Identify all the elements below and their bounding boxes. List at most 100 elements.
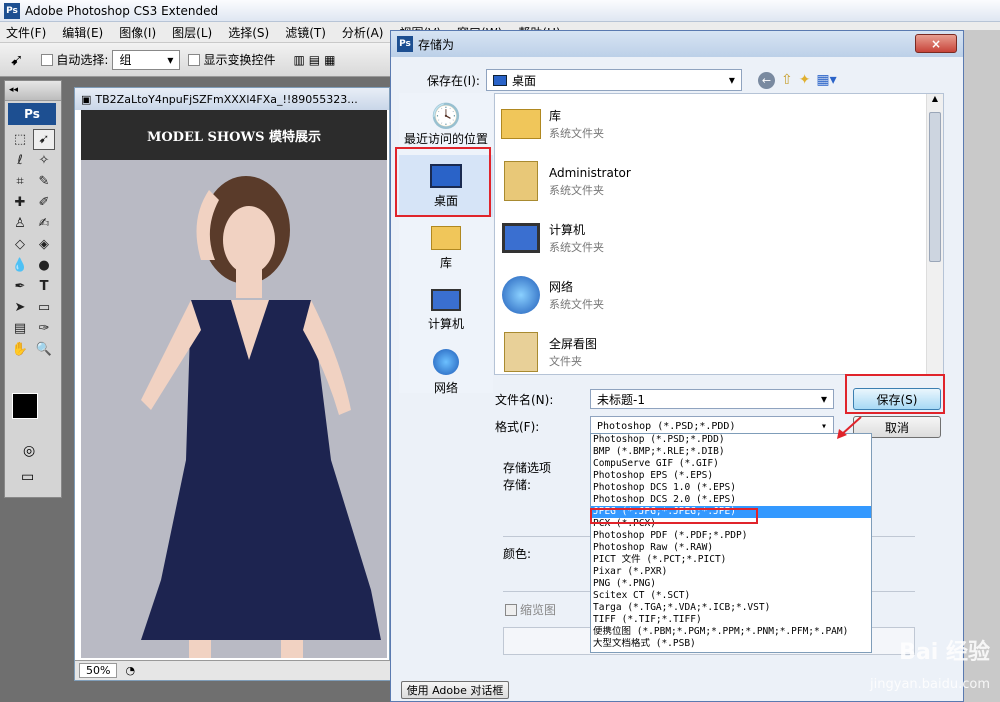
file-list[interactable]: 库系统文件夹 Administrator 系统文件夹 计算机 系统文件夹 网络 系统文… (494, 93, 944, 375)
format-option[interactable]: PNG (*.PNG) (591, 578, 871, 590)
thumbnail-option[interactable]: 缩览图 (505, 601, 556, 618)
auto-select-checkbox[interactable] (41, 53, 54, 66)
format-option[interactable]: PICT 文件 (*.PCT;*.PICT) (591, 554, 871, 566)
view-menu-icon[interactable]: ▦▾ (816, 72, 836, 88)
document-canvas[interactable]: MODEL SHOWS 模特展示 (81, 110, 387, 658)
menu-file[interactable]: 文件(F) (6, 24, 46, 41)
format-option[interactable]: 便携位图 (*.PBM;*.PGM;*.PPM;*.PNM;*.PFM;*.PA… (591, 626, 871, 638)
photoshop-logo-icon: Ps (397, 36, 413, 52)
save-in-combo[interactable]: 桌面 ▾ (485, 69, 742, 91)
list-item[interactable]: Administrator 系统文件夹 (499, 153, 631, 209)
format-option[interactable]: BMP (*.BMP;*.RLE;*.DIB) (591, 446, 871, 458)
format-option[interactable]: Pixar (*.PXR) (591, 566, 871, 578)
format-option[interactable]: Photoshop EPS (*.EPS) (591, 470, 871, 482)
menu-select[interactable]: 选择(S) (228, 24, 269, 41)
save-in-value: 桌面 (511, 73, 536, 88)
crop-tool-icon[interactable]: ⌗ (9, 171, 31, 192)
dialog-title-bar[interactable]: Ps 存储为 × (391, 31, 963, 57)
format-option[interactable]: 大型文档格式 (*.PSB) (591, 638, 871, 650)
shape-tool-icon[interactable]: ▭ (33, 297, 55, 318)
eraser-tool-icon[interactable]: ◇ (9, 234, 31, 255)
format-option[interactable]: Photoshop Raw (*.RAW) (591, 542, 871, 554)
bucket-tool-icon[interactable]: ◈ (33, 234, 55, 255)
menu-analysis[interactable]: 分析(A) (342, 24, 384, 41)
quick-mask-icon[interactable]: ◎ (23, 443, 35, 459)
use-adobe-dialog-button[interactable]: 使用 Adobe 对话框 (401, 681, 509, 699)
new-folder-icon[interactable]: ✦ (799, 72, 811, 88)
menu-filter[interactable]: 滤镜(T) (285, 24, 326, 41)
marquee-tool-icon[interactable]: ⬚ (9, 129, 31, 150)
filename-row: 文件名(N): 未标题-1 ▾ (495, 389, 834, 409)
library-icon (431, 225, 461, 250)
thumbnail-label: 缩览图 (520, 603, 557, 617)
dialog-title: 存储为 (418, 37, 455, 52)
stamp-tool-icon[interactable]: ♙ (9, 213, 31, 234)
place-computer[interactable]: 计算机 (399, 279, 493, 341)
toolbox-grip[interactable]: ◂◂ (5, 81, 61, 101)
file-name: 网络 (549, 279, 574, 294)
list-item[interactable]: 库系统文件夹 (499, 96, 604, 152)
format-option[interactable]: Photoshop DCS 1.0 (*.EPS) (591, 482, 871, 494)
show-transform-checkbox[interactable] (188, 53, 201, 66)
toolbox: ◂◂ Ps ⬚ ➹ ℓ ✧ ⌗ ✎ ✚ ✐ ♙ ✍ ◇ ◈ 💧 ● ✒ T ➤ ▭ ▤ ✑ ✋ 🔍 ◎… (4, 80, 62, 498)
eyedropper-tool-icon[interactable]: ✑ (33, 318, 55, 339)
format-dropdown-list: Photoshop (*.PSD;*.PDD) BMP (*.BMP;*.RLE… (590, 433, 872, 653)
history-brush-tool-icon[interactable]: ✍ (33, 213, 55, 234)
type-tool-icon[interactable]: T (33, 276, 55, 297)
slice-tool-icon[interactable]: ✎ (33, 171, 55, 192)
close-button[interactable]: × (915, 34, 957, 53)
healing-tool-icon[interactable]: ✚ (9, 192, 31, 213)
lasso-tool-icon[interactable]: ℓ (9, 150, 31, 171)
scroll-up-icon[interactable]: ▲ (927, 94, 943, 110)
thumbnail-checkbox[interactable] (505, 603, 517, 616)
document-tab[interactable]: ▣ TB2ZaLtoY4npuFjSZFmXXXl4FXa_!!89055323… (75, 88, 389, 110)
menu-image[interactable]: 图像(I) (119, 24, 156, 41)
photoshop-logo-icon: Ps (4, 2, 20, 19)
align-icons[interactable]: ▥▤▦ (293, 53, 339, 67)
show-transform-label: 显示变换控件 (203, 53, 276, 67)
format-option[interactable]: Photoshop (*.PSD;*.PDD) (591, 434, 871, 446)
move-tool-icon[interactable]: ➹ (33, 129, 55, 150)
file-type: 系统文件夹 (549, 183, 604, 197)
notes-tool-icon[interactable]: ▤ (9, 318, 31, 339)
format-option[interactable]: Photoshop PDF (*.PDF;*.PDP) (591, 530, 871, 542)
blur-tool-icon[interactable]: 💧 (9, 255, 31, 276)
store-label: 存储: (503, 478, 532, 492)
status-menu-icon[interactable]: ◔ (125, 664, 135, 677)
document-icon: ▣ (81, 92, 92, 106)
format-option[interactable]: CompuServe GIF (*.GIF) (591, 458, 871, 470)
move-tool-icon[interactable]: ➹ (10, 50, 23, 69)
foreground-color-swatch[interactable] (12, 393, 38, 419)
library-folder-icon (499, 102, 543, 146)
scroll-thumb[interactable] (929, 112, 941, 262)
menu-edit[interactable]: 编辑(E) (62, 24, 103, 41)
format-option[interactable]: TIFF (*.TIF;*.TIFF) (591, 614, 871, 626)
screen-mode-icon[interactable]: ▭ (21, 469, 34, 485)
zoom-level[interactable]: 50% (79, 663, 118, 678)
menu-layer[interactable]: 图层(L) (172, 24, 212, 41)
pen-tool-icon[interactable]: ✒ (9, 276, 31, 297)
file-list-scrollbar[interactable]: ▲ (926, 94, 943, 374)
up-folder-icon[interactable]: ⇧ (781, 72, 793, 88)
filename-input[interactable]: 未标题-1 ▾ (590, 389, 834, 409)
dodge-tool-icon[interactable]: ● (33, 255, 55, 276)
place-network[interactable]: 网络 (399, 341, 493, 403)
format-option[interactable]: Photoshop DCS 2.0 (*.EPS) (591, 494, 871, 506)
list-item[interactable]: 全屏看图 文件夹 (499, 324, 597, 380)
zoom-tool-icon[interactable]: 🔍 (33, 339, 55, 360)
hand-tool-icon[interactable]: ✋ (9, 339, 31, 360)
brush-tool-icon[interactable]: ✐ (33, 192, 55, 213)
place-recent[interactable]: 🕓 最近访问的位置 (399, 93, 493, 155)
network-icon (433, 348, 459, 375)
format-option[interactable]: Targa (*.TGA;*.VDA;*.ICB;*.VST) (591, 602, 871, 614)
place-library[interactable]: 库 (399, 217, 493, 279)
format-option[interactable]: Scitex CT (*.SCT) (591, 590, 871, 602)
magic-wand-tool-icon[interactable]: ✧ (33, 150, 55, 171)
highlight-save-button (845, 374, 945, 414)
auto-select-dropdown[interactable]: 组 ▾ (112, 49, 181, 70)
list-item[interactable]: 计算机 系统文件夹 (499, 210, 604, 266)
back-icon[interactable]: ← (757, 71, 775, 89)
chevron-down-icon: ▾ (820, 392, 827, 406)
path-select-tool-icon[interactable]: ➤ (9, 297, 31, 318)
list-item[interactable]: 网络 系统文件夹 (499, 267, 604, 323)
